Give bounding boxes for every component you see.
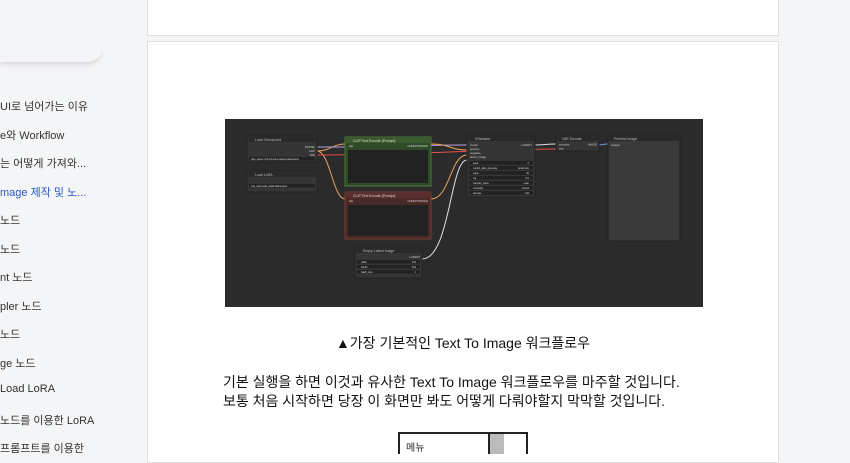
- link-negative: [430, 154, 468, 200]
- toc-item-11[interactable]: Load LoRA: [0, 383, 55, 395]
- toc-item-7[interactable]: nt 노드: [0, 269, 32, 285]
- node-vae-decode[interactable]: VAE Decode samples vae IMAGE: [555, 134, 600, 152]
- toc-item-5[interactable]: 노드: [0, 212, 20, 228]
- latent-title: Empty Latent Image: [363, 249, 394, 253]
- node-empty-latent[interactable]: Empty Latent Image LATENT width 512 heig…: [354, 246, 423, 279]
- node-clip-negative[interactable]: CLIP Text Encode (Prompt) clip CONDITION…: [344, 191, 432, 240]
- toc-item-8[interactable]: pler 노드: [0, 298, 42, 314]
- latent-out: LATENT: [409, 255, 420, 259]
- thumbnail-menu-label: 메뉴: [406, 443, 425, 454]
- checkpoint-vae-out: VAE: [310, 153, 316, 157]
- ksampler-widget-label: scheduler: [473, 187, 484, 190]
- toc-item-10[interactable]: ge 노드: [0, 355, 36, 371]
- toc-item-13[interactable]: 프롬프트를 이용한: [0, 440, 84, 456]
- toc-item-4-active[interactable]: mage 제작 및 노...: [0, 184, 86, 200]
- latent-batch-label: batch_size: [361, 271, 373, 274]
- table-of-contents-sidebar: UI로 넘어가는 이유 e와 Workflow 는 어떻게 가져와... mag…: [0, 0, 120, 455]
- ksampler-widget-value: normal: [522, 187, 530, 190]
- thumbnail-scrollbar: [488, 434, 504, 454]
- ksampler-widget-label: seed: [473, 162, 479, 165]
- vae-out: IMAGE: [588, 143, 597, 147]
- vae-title: VAE Decode: [562, 137, 582, 141]
- ksampler-title: KSampler: [475, 137, 491, 141]
- ksampler-widget-label: control_after_generate: [473, 167, 498, 170]
- lora-widget: lora_name add_detail.safetensors: [251, 185, 288, 188]
- body-paragraph-line-1: 기본 실행을 하면 이것과 유사한 Text To Image 워크플로우를 마…: [223, 374, 680, 390]
- ksampler-latent-in: latent_image: [470, 155, 486, 159]
- toc-item-3[interactable]: 는 어떻게 가져와...: [0, 155, 86, 171]
- pos-title: CLIP Text Encode (Prompt): [353, 139, 395, 143]
- preview-images-in: images: [611, 143, 621, 147]
- neg-clip-in: clip: [349, 199, 354, 203]
- latent-height-value: 512: [412, 266, 417, 269]
- node-load-checkpoint[interactable]: Load Checkpoint MODEL CLIP VAE ckpt_name…: [246, 135, 318, 163]
- latent-width-value: 512: [412, 261, 417, 264]
- node-clip-positive[interactable]: CLIP Text Encode (Prompt) clip CONDITION…: [344, 136, 432, 187]
- toc-item-2[interactable]: e와 Workflow: [0, 127, 64, 143]
- ksampler-widget-label: sampler_name: [473, 182, 489, 185]
- pos-clip-in: clip: [349, 144, 354, 148]
- toc-item-12[interactable]: 노드를 이용한 LoRA: [0, 412, 94, 428]
- previous-content-card: [147, 0, 779, 36]
- sidebar-header-edge: [0, 48, 102, 62]
- link-image: [598, 143, 609, 146]
- next-figure-thumbnail: 메뉴: [398, 432, 528, 454]
- checkpoint-ckpt-widget: ckpt_name v1-5-pruned-emaonly.safetensor…: [251, 158, 300, 161]
- node-load-lora[interactable]: Load LoRA lora_name add_detail.safetenso…: [246, 170, 318, 193]
- toc-item-6[interactable]: 노드: [0, 241, 20, 257]
- vae-vae-in: vae: [559, 147, 564, 151]
- workflow-screenshot: Load Checkpoint MODEL CLIP VAE ckpt_name…: [225, 119, 703, 307]
- pos-out: CONDITIONING: [407, 144, 428, 148]
- ksampler-widget-value: randomize: [518, 167, 530, 170]
- preview-title: Preview Image: [614, 137, 637, 141]
- link-samples: [534, 143, 557, 146]
- neg-out: CONDITIONING: [407, 199, 428, 203]
- ksampler-widget-value: euler: [524, 182, 530, 185]
- node-preview-image[interactable]: Preview Image images: [607, 134, 681, 242]
- ksampler-widget-label: steps: [473, 172, 480, 175]
- lora-title: Load LoRA: [255, 173, 273, 177]
- ksampler-widget-label: denoise: [473, 192, 482, 195]
- body-paragraph-line-2: 보통 처음 시작하면 당장 이 화면만 봐도 어떻게 다뤄야할지 막막할 것입니…: [223, 393, 666, 409]
- latent-width-label: width: [361, 261, 367, 264]
- neg-title: CLIP Text Encode (Prompt): [353, 194, 395, 198]
- link-clip-neg: [316, 150, 346, 200]
- node-ksampler[interactable]: KSampler model positive negative latent_…: [466, 134, 536, 198]
- latent-height-label: height: [361, 266, 368, 269]
- ksampler-widget-bg: [469, 176, 533, 180]
- ksampler-out: LATENT: [521, 143, 532, 147]
- ksampler-widget-value: 1.00: [524, 192, 529, 195]
- figure-caption: ▲가장 기본적인 Text To Image 워크플로우: [335, 335, 591, 351]
- checkpoint-title: Load Checkpoint: [255, 138, 281, 142]
- link-clip-pos: [316, 143, 346, 152]
- toc-item-9[interactable]: 노드: [0, 326, 20, 342]
- toc-item-1[interactable]: UI로 넘어가는 이유: [0, 98, 88, 114]
- ksampler-widget-bg: [469, 161, 533, 165]
